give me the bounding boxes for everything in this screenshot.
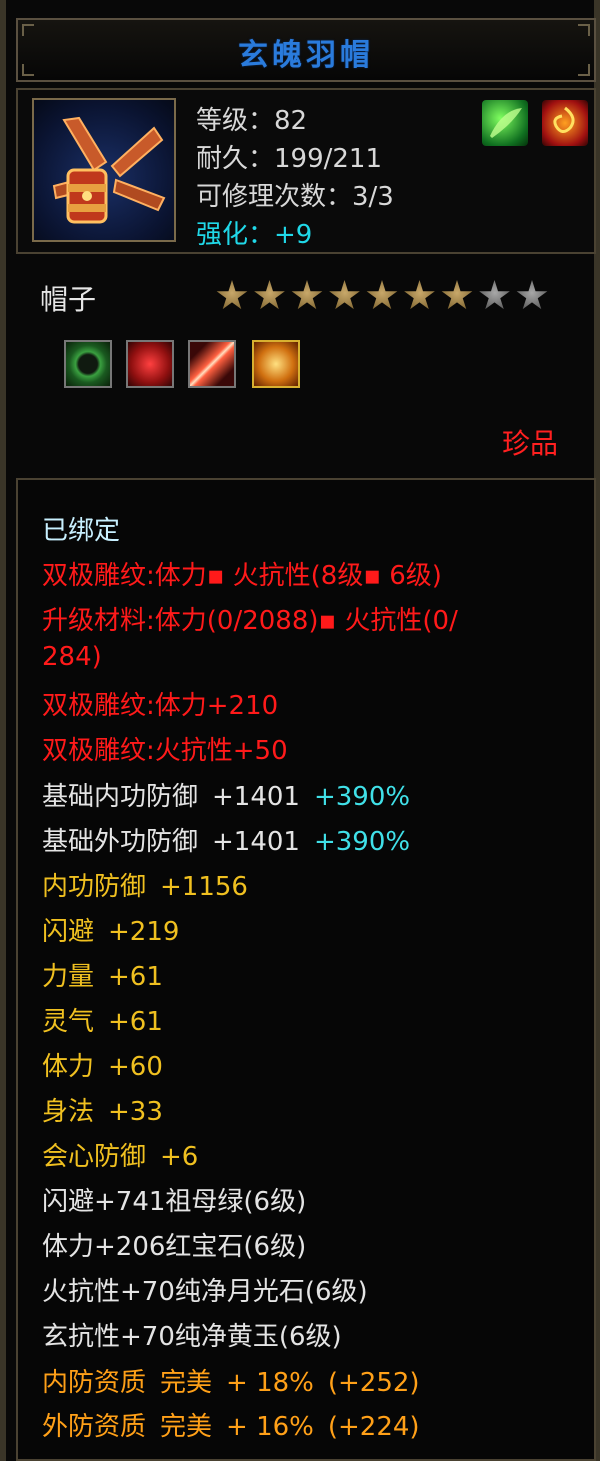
attr-value: +6 bbox=[160, 1142, 199, 1172]
star-icon bbox=[366, 280, 398, 310]
attr-label: 闪避 bbox=[42, 917, 95, 947]
attr-value: +219 bbox=[108, 917, 180, 947]
item-level: 等级：82 bbox=[196, 106, 308, 136]
sword-slash-icon bbox=[188, 340, 236, 388]
quality-row: 内防资质 完美 + 18% (+252) bbox=[42, 1362, 420, 1399]
attr-value: +1401 bbox=[212, 782, 300, 812]
attribute-row: 闪避 +219 bbox=[42, 911, 179, 948]
item-durability: 耐久：199/211 bbox=[196, 144, 383, 174]
quality-label: 内防资质 bbox=[42, 1368, 147, 1398]
title-bar: 玄魄羽帽 bbox=[16, 18, 596, 82]
attr-value: +61 bbox=[108, 962, 163, 992]
item-category: 帽子 bbox=[40, 283, 97, 316]
gem-bonus-row: 体力+206红宝石(6级) bbox=[42, 1232, 307, 1262]
star-icon bbox=[516, 280, 548, 310]
item-portrait bbox=[32, 98, 176, 242]
attr-value: +1401 bbox=[212, 827, 300, 857]
gold-coin-icon bbox=[252, 340, 300, 388]
item-info-panel: 等级：82 耐久：199/211 可修理次数：3/3 强化：+9 bbox=[16, 88, 596, 254]
gem-bonus-row: 火抗性+70纯净月光石(6级) bbox=[42, 1277, 368, 1307]
attr-value: +33 bbox=[108, 1097, 163, 1127]
quality-label: 外防资质 bbox=[42, 1412, 147, 1442]
attr-value: +1156 bbox=[160, 872, 248, 902]
attr-label: 基础内功防御 bbox=[42, 782, 199, 812]
bound-status: 已绑定 bbox=[42, 516, 121, 546]
gem-bonus-row: 闪避+741祖母绿(6级) bbox=[42, 1187, 307, 1217]
quality-percent: + 18% bbox=[226, 1368, 314, 1398]
base-defense-row: 基础内功防御 +1401 +390% bbox=[42, 776, 410, 813]
star-icon bbox=[291, 280, 323, 310]
attribute-row: 会心防御 +6 bbox=[42, 1136, 198, 1173]
fire-swirl-icon bbox=[542, 100, 588, 146]
engraving-line: 双极雕纹:体力▪ 火抗性(8级▪ 6级) bbox=[42, 561, 442, 591]
star-icon bbox=[479, 280, 510, 310]
engraving-line: 284) bbox=[42, 642, 102, 672]
attribute-row: 力量 +61 bbox=[42, 956, 163, 993]
engraving-line: 双极雕纹:体力+210 bbox=[42, 691, 279, 721]
attr-label: 体力 bbox=[42, 1052, 95, 1082]
attr-label: 会心防御 bbox=[42, 1142, 147, 1172]
green-feather-icon bbox=[482, 100, 528, 146]
attr-label: 力量 bbox=[42, 962, 95, 992]
base-defense-row: 基础外功防御 +1401 +390% bbox=[42, 821, 410, 858]
attr-value: +60 bbox=[108, 1052, 163, 1082]
star-icon bbox=[441, 280, 473, 310]
attribute-row: 内功防御 +1156 bbox=[42, 866, 248, 903]
star-icon bbox=[404, 280, 435, 310]
jade-ring-icon bbox=[64, 340, 112, 388]
rarity-label: 珍品 bbox=[501, 427, 558, 460]
engraving-line: 双极雕纹:火抗性+50 bbox=[42, 736, 288, 766]
quality-grade: 完美 bbox=[160, 1412, 213, 1442]
quality-grade: 完美 bbox=[160, 1368, 213, 1398]
attr-label: 内功防御 bbox=[42, 872, 147, 902]
attr-label: 灵气 bbox=[42, 1007, 95, 1037]
star-icon bbox=[254, 280, 285, 310]
red-gem-icon bbox=[126, 340, 174, 388]
item-repair-count: 可修理次数：3/3 bbox=[196, 182, 394, 212]
attr-label: 身法 bbox=[42, 1097, 95, 1127]
gem-bonus-row: 玄抗性+70纯净黄玉(6级) bbox=[42, 1322, 342, 1352]
item-enhance-level: 强化：+9 bbox=[196, 220, 313, 250]
quality-percent: + 16% bbox=[226, 1412, 314, 1442]
quality-extra: (+224) bbox=[327, 1412, 420, 1442]
attr-bonus: +390% bbox=[313, 827, 411, 857]
attribute-row: 灵气 +61 bbox=[42, 1001, 163, 1038]
item-summary: 帽子 珍品 bbox=[16, 258, 596, 468]
attribute-row: 体力 +60 bbox=[42, 1046, 163, 1083]
engraving-line: 升级材料:体力(0/2088)▪ 火抗性(0/ bbox=[42, 606, 458, 636]
attribute-row: 身法 +33 bbox=[42, 1091, 163, 1128]
attr-bonus: +390% bbox=[313, 782, 411, 812]
item-attributes-panel: 已绑定 双极雕纹:体力▪ 火抗性(8级▪ 6级) 升级材料:体力(0/2088)… bbox=[16, 478, 596, 1461]
attr-label: 基础外功防御 bbox=[42, 827, 199, 857]
item-name: 玄魄羽帽 bbox=[238, 38, 374, 73]
item-tooltip: 玄魄羽帽 等级：82 耐久：199/211 可修理次数：3/3 强化：+9 帽子… bbox=[0, 0, 600, 1461]
quality-extra: (+252) bbox=[327, 1368, 420, 1398]
attr-value: +61 bbox=[108, 1007, 163, 1037]
hat-icon bbox=[52, 116, 166, 224]
star-icon bbox=[216, 280, 248, 310]
quality-row: 外防资质 完美 + 16% (+224) bbox=[42, 1406, 420, 1443]
star-icon bbox=[329, 280, 360, 310]
